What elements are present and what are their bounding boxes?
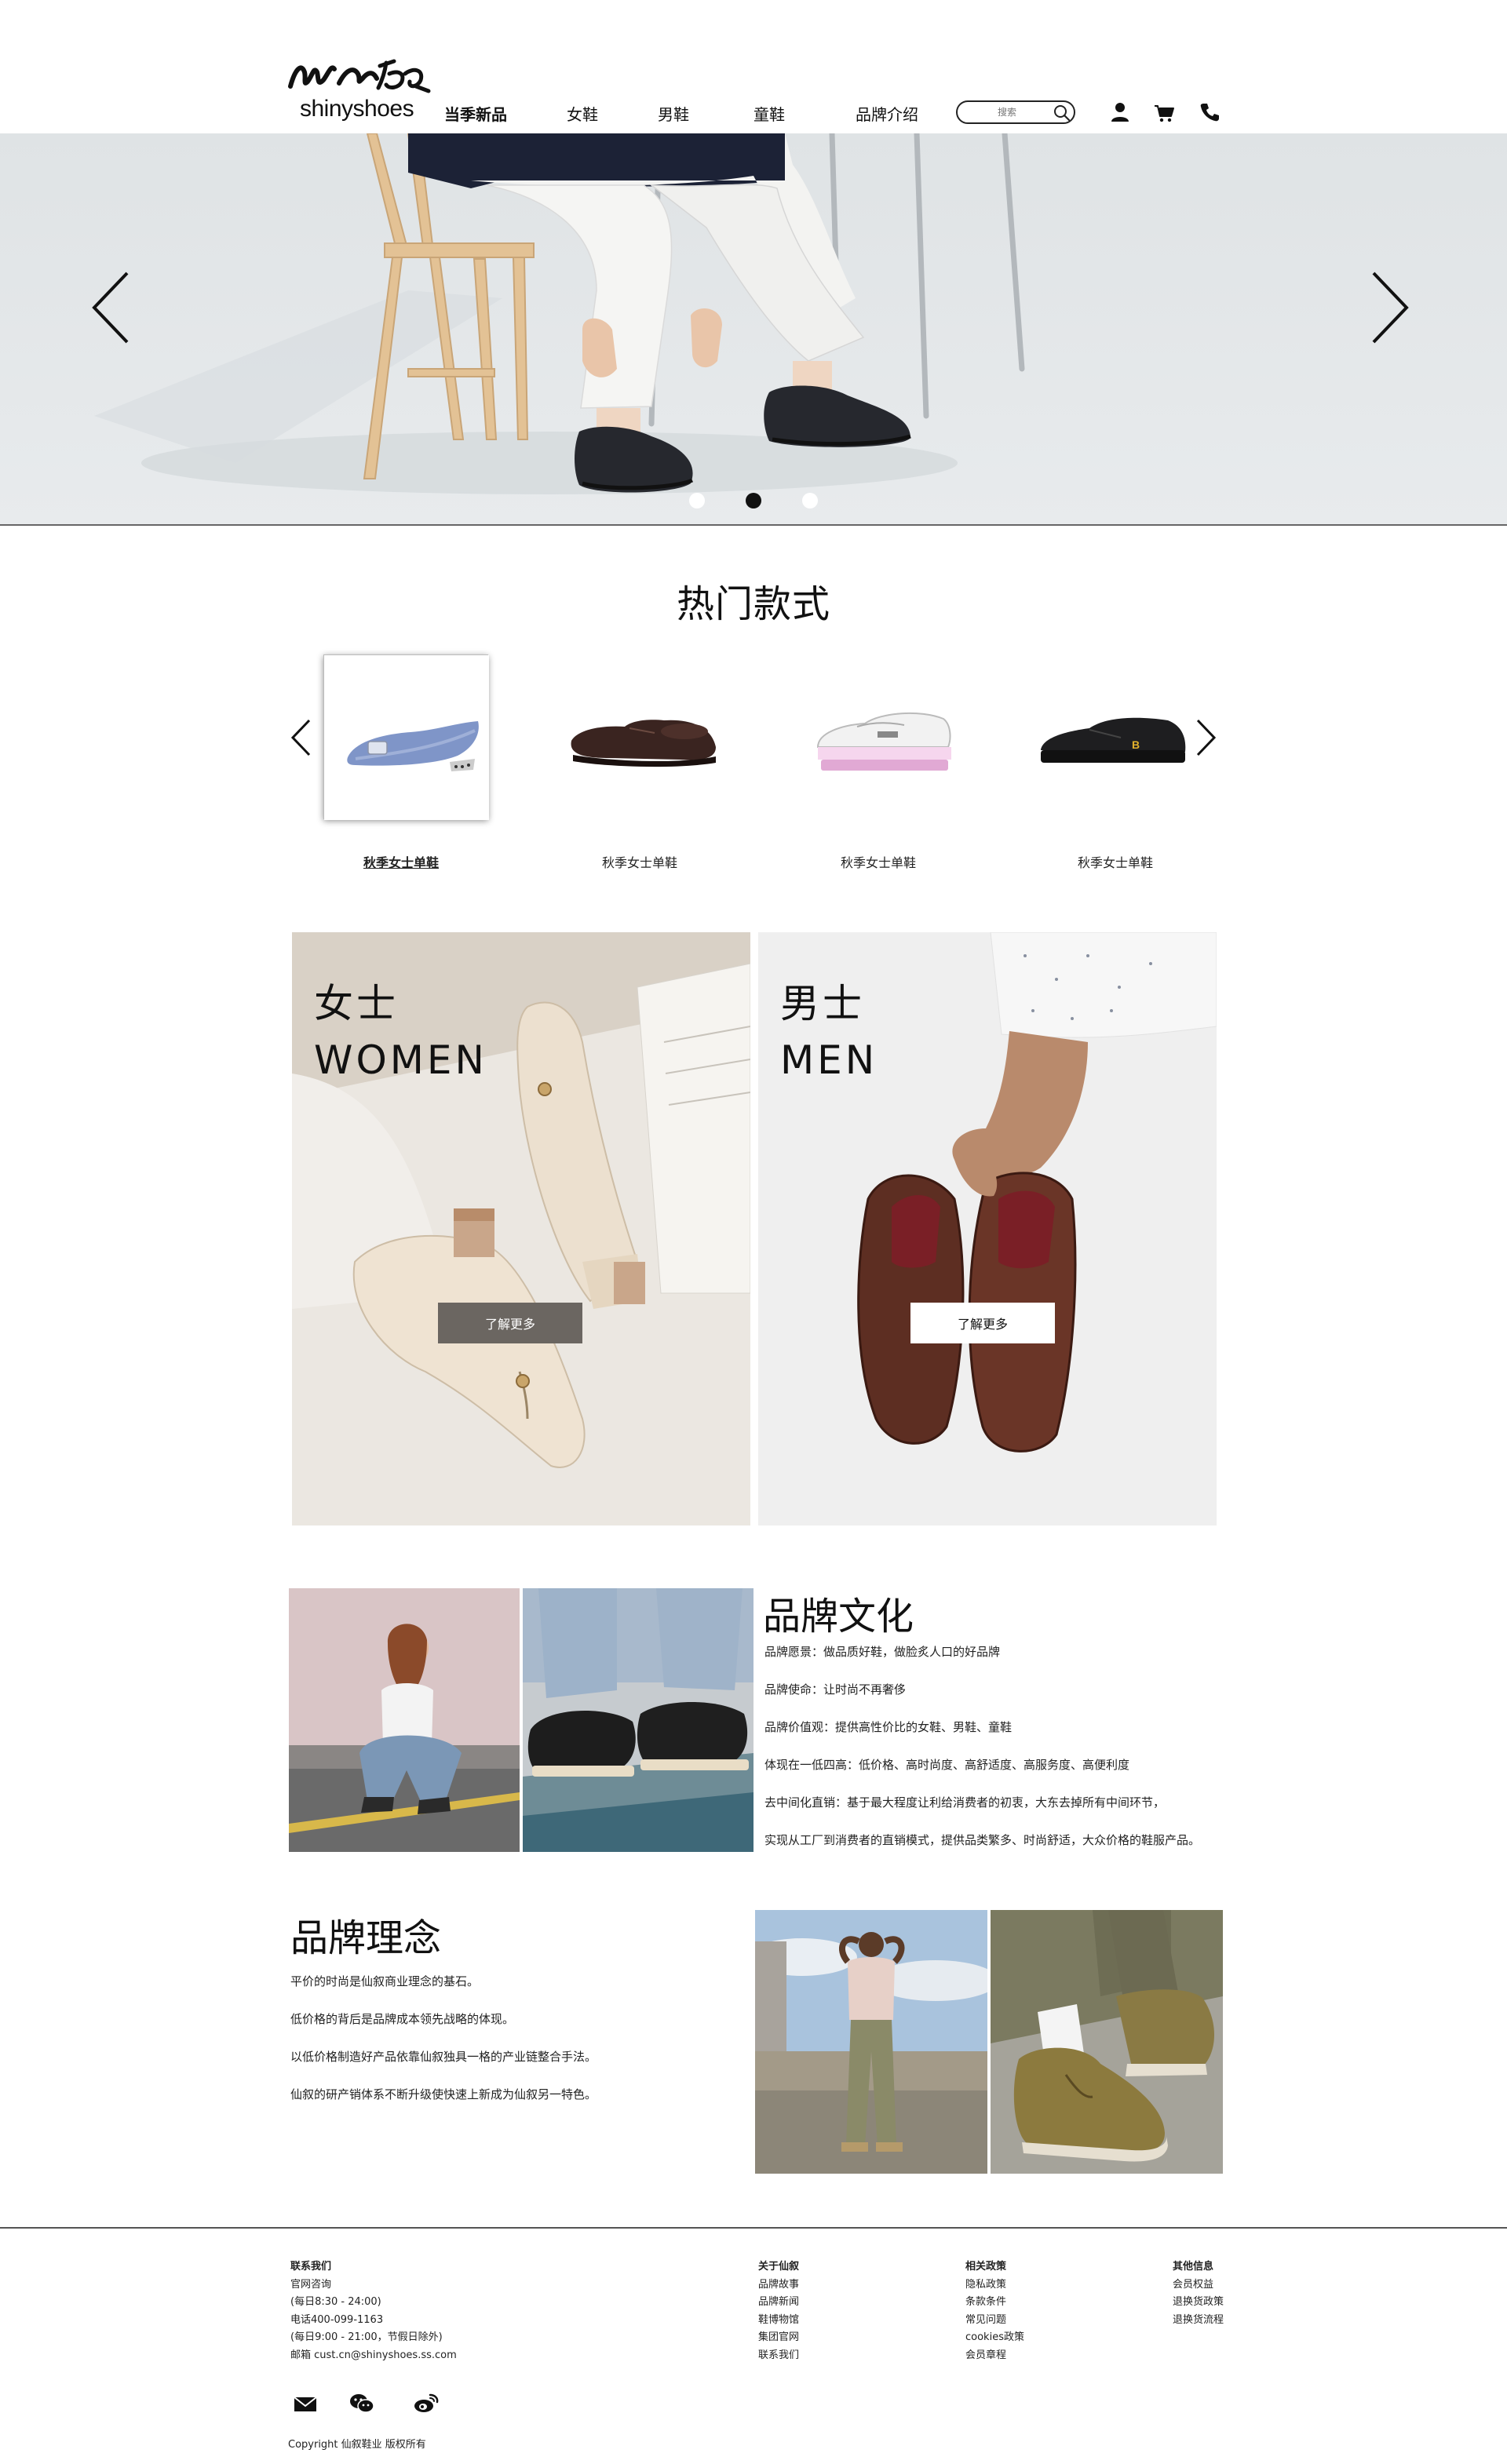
brand-culture-photo-1 <box>289 1588 520 1852</box>
woman-sitting-image <box>289 1588 520 1852</box>
desert-boots-image <box>991 1910 1223 2174</box>
carousel-dot-3[interactable] <box>802 493 818 508</box>
hot-prev-arrow-icon[interactable] <box>289 717 312 758</box>
nav-item-women[interactable]: 女鞋 <box>567 102 598 125</box>
men-panel[interactable]: 男士 MEN 了解更多 <box>758 932 1217 1525</box>
footer-contact-line: 电话400-099-1163 <box>290 2313 384 2326</box>
product-label-1[interactable]: 秋季女士单鞋 <box>319 852 483 871</box>
brand-concept-line-4: 仙叙的研产销体系不断升级使快速上新成为仙叙另一特色。 <box>290 2087 597 2101</box>
product-label-3[interactable]: 秋季女士单鞋 <box>796 852 961 871</box>
carousel-dot-2[interactable] <box>746 493 761 508</box>
brand-culture-line-3: 品牌价值观：提供高性价比的女鞋、男鞋、童鞋 <box>764 1720 1013 1734</box>
brand-culture-line-1: 品牌愿景：做品质好鞋，做脸炙人口的好品牌 <box>764 1645 1001 1659</box>
footer-contact-line: 邮箱 cust.cn@shinyshoes.ss.com <box>290 2349 457 2361</box>
hero-next-arrow-icon[interactable] <box>1366 268 1413 347</box>
product-card-1[interactable] <box>323 654 489 820</box>
brand-culture-photo-2 <box>523 1588 754 1852</box>
footer-link-brand-story[interactable]: 品牌故事 <box>758 2276 799 2295</box>
footer-link-faq[interactable]: 常见问题 <box>965 2312 1024 2330</box>
nav-item-new-arrivals[interactable]: 当季新品 <box>444 102 507 125</box>
footer-link-member-benefits[interactable]: 会员权益 <box>1173 2276 1224 2295</box>
brand-culture-title: 品牌文化 <box>763 1595 914 1638</box>
footer-link-membership-rules[interactable]: 会员章程 <box>965 2347 1024 2365</box>
site-header: shinyshoes 当季新品 女鞋 男鞋 童鞋 品牌介绍 <box>0 0 1507 133</box>
carousel-dot-1[interactable] <box>689 493 705 508</box>
brand-concept-photo-1 <box>755 1910 987 2174</box>
black-creeper-shoes-image <box>523 1588 754 1852</box>
product-card-2[interactable] <box>562 654 727 819</box>
brand-logo[interactable]: shinyshoes <box>287 55 432 126</box>
nav-item-brand[interactable]: 品牌介绍 <box>856 102 918 125</box>
cart-icon[interactable] <box>1152 100 1176 124</box>
search-input[interactable] <box>965 104 1049 120</box>
search-icon[interactable] <box>1053 104 1071 122</box>
footer-contact-line: 官网咨询 <box>290 2278 332 2291</box>
blue-flat-shoe-image <box>324 655 489 820</box>
logo-wordmark: shinyshoes <box>300 96 414 122</box>
footer-contact-heading: 联系我们 <box>290 2261 332 2273</box>
hero-carousel <box>0 133 1507 526</box>
footer-about-heading: 关于仙叙 <box>758 2261 800 2273</box>
footer-link-brand-news[interactable]: 品牌新闻 <box>758 2294 799 2312</box>
brand-culture-line-6: 实现从工厂到消费者的直销模式，提供品类繁多、时尚舒适，大众价格的鞋服产品。 <box>764 1833 1201 1847</box>
footer-link-terms[interactable]: 条款条件 <box>965 2294 1024 2312</box>
footer-link-shoe-museum[interactable]: 鞋博物馆 <box>758 2312 799 2330</box>
footer-link-group-site[interactable]: 集团官网 <box>758 2329 799 2347</box>
site-footer: 联系我们 官网咨询 (每日8:30 - 24:00) 电话400-099-116… <box>0 2227 1507 2464</box>
brand-culture-line-5: 去中间化直销：基于最大程度让利给消费者的初衷，大东去掉所有中间环节， <box>764 1795 1166 1810</box>
footer-link-cookies[interactable]: cookies政策 <box>965 2329 1024 2347</box>
svg-text:B: B <box>1132 738 1140 751</box>
footer-contact-line: (每日9:00 - 21:00，节假日除外) <box>290 2331 443 2343</box>
phone-icon[interactable] <box>1198 100 1221 124</box>
men-learn-more-button[interactable]: 了解更多 <box>910 1303 1055 1343</box>
brand-culture-line-4: 体现在一低四高：低价格、高时尚度、高舒适度、高服务度、高便利度 <box>764 1758 1130 1772</box>
women-learn-more-button[interactable]: 了解更多 <box>438 1303 582 1343</box>
wechat-icon[interactable] <box>348 2392 375 2415</box>
brand-culture-line-2: 品牌使命：让时尚不再奢侈 <box>764 1682 907 1697</box>
product-label-2[interactable]: 秋季女士单鞋 <box>557 852 722 871</box>
pink-platform-sneaker-image <box>816 712 951 771</box>
black-sneaker-image: B <box>1041 717 1186 763</box>
footer-other: 其他信息 会员权益 退换货政策 退换货流程 <box>1173 2258 1224 2329</box>
footer-link-return-policy[interactable]: 退换货政策 <box>1173 2294 1224 2312</box>
nav-item-kids[interactable]: 童鞋 <box>754 102 785 125</box>
women-panel[interactable]: 女士 WOMEN 了解更多 <box>292 932 750 1525</box>
product-card-4[interactable]: B <box>1034 654 1199 819</box>
footer-link-return-process[interactable]: 退换货流程 <box>1173 2312 1224 2330</box>
footer-contact: 联系我们 官网咨询 (每日8:30 - 24:00) 电话400-099-116… <box>290 2258 457 2364</box>
logo-script-mark <box>288 59 431 93</box>
weibo-icon[interactable] <box>413 2392 440 2415</box>
search-box <box>956 100 1075 124</box>
nav-item-men[interactable]: 男鞋 <box>658 102 689 125</box>
footer-policy: 相关政策 隐私政策 条款条件 常见问题 cookies政策 会员章程 <box>965 2258 1024 2364</box>
footer-link-contact-us[interactable]: 联系我们 <box>758 2347 799 2365</box>
women-title-en: WOMEN <box>314 1037 487 1083</box>
brand-concept-photo-2 <box>991 1910 1223 2174</box>
brand-concept-line-1: 平价的时尚是仙叙商业理念的基石。 <box>290 1974 480 1988</box>
footer-other-heading: 其他信息 <box>1173 2261 1214 2273</box>
women-title-cn: 女士 <box>314 981 399 1026</box>
hot-styles-title: 热门款式 <box>677 582 831 626</box>
brand-concept-line-2: 低价格的背后是品牌成本领先战略的体现。 <box>290 2012 515 2026</box>
hero-prev-arrow-icon[interactable] <box>88 268 135 347</box>
footer-policy-heading: 相关政策 <box>965 2261 1007 2273</box>
product-label-4[interactable]: 秋季女士单鞋 <box>1033 852 1198 871</box>
man-rooftop-image <box>755 1910 987 2174</box>
brand-concept-title: 品牌理念 <box>290 1916 442 1960</box>
footer-contact-line: (每日8:30 - 24:00) <box>290 2296 381 2308</box>
footer-about: 关于仙叙 品牌故事 品牌新闻 鞋博物馆 集团官网 联系我们 <box>758 2258 799 2364</box>
user-icon[interactable] <box>1108 100 1132 124</box>
copyright-text: Copyright 仙叙鞋业 版权所有 <box>288 2439 426 2451</box>
mail-icon[interactable] <box>292 2392 319 2415</box>
men-title-en: MEN <box>780 1037 878 1083</box>
footer-link-privacy[interactable]: 隐私政策 <box>965 2276 1024 2295</box>
product-card-3[interactable] <box>802 654 967 819</box>
men-title-cn: 男士 <box>780 981 865 1026</box>
brand-concept-line-3: 以低价格制造好产品依靠仙叙独具一格的产业链整合手法。 <box>290 2050 597 2064</box>
brown-oxford-shoe-image <box>571 720 716 767</box>
hero-image <box>0 133 1507 524</box>
